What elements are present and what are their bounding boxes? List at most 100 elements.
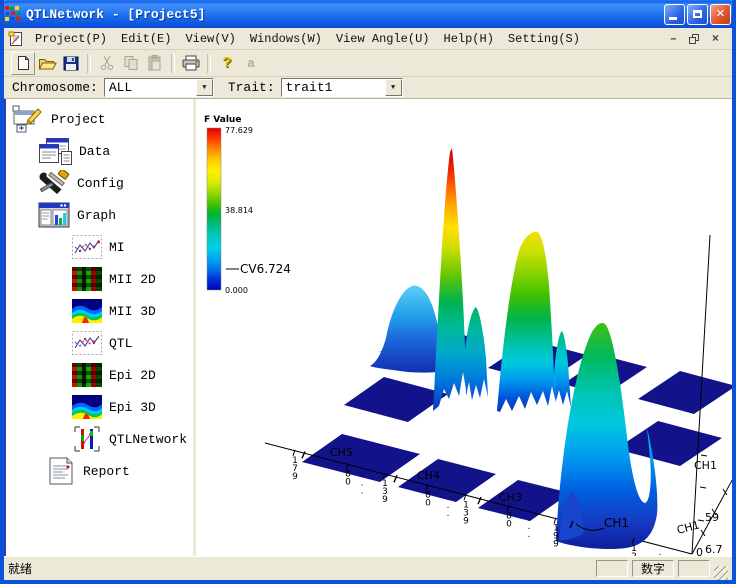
chromosome-label: Chromosome:	[12, 80, 98, 95]
menu-windows[interactable]: Windows(W)	[243, 30, 329, 48]
mdi-restore-button[interactable]	[686, 31, 703, 46]
close-button[interactable]: ✕	[710, 4, 731, 25]
menu-edit[interactable]: Edit(E)	[114, 30, 178, 48]
sidebar-item-label: MII 2D	[109, 272, 156, 287]
sidebar-item-label: Data	[79, 144, 110, 159]
mdi-minimize-button[interactable]: –	[665, 31, 682, 46]
sidebar-item-project[interactable]: Project	[12, 104, 106, 134]
maximize-icon	[693, 10, 702, 18]
svg-text:CH1: CH1	[675, 518, 701, 536]
toolbar-separator	[207, 54, 211, 73]
sidebar-item-mii-2d[interactable]: MII 2D	[72, 264, 156, 294]
save-button[interactable]	[59, 52, 83, 75]
minimize-icon	[669, 17, 677, 20]
svg-text:139: 139	[382, 479, 388, 505]
toolbar: ? a	[4, 50, 732, 77]
svg-text:CH1: CH1	[694, 459, 717, 472]
svg-text:199: 199	[553, 524, 559, 550]
paste-button[interactable]	[143, 52, 167, 75]
sidebar-item-epi-2d[interactable]: Epi 2D	[72, 360, 156, 390]
surface-3d-plot[interactable]: F Value 77.629 38.814 0.000 CV6.724	[196, 99, 732, 556]
svg-text:CH3: CH3	[499, 491, 522, 504]
help-button[interactable]: ?	[215, 52, 239, 75]
svg-text:139: 139	[463, 500, 469, 526]
data-icon	[38, 137, 72, 165]
copy-icon	[123, 55, 139, 71]
document-icon	[8, 31, 24, 47]
colorbar-min: 0.000	[225, 286, 248, 295]
sidebar-item-epi-3d[interactable]: Epi 3D	[72, 392, 156, 422]
chevron-down-icon: ▼	[202, 84, 206, 92]
app-icon	[5, 6, 21, 22]
menu-bar: Project(P) Edit(E) View(V) Windows(W) Vi…	[4, 28, 732, 50]
sidebar-item-label: Graph	[77, 208, 116, 223]
menu-view[interactable]: View(V)	[178, 30, 242, 48]
menu-project[interactable]: Project(P)	[28, 30, 114, 48]
chromosome-value: ALL	[105, 79, 196, 96]
status-num-indicator: 数字	[632, 560, 674, 577]
svg-text:80: 80	[506, 511, 512, 529]
line-chart-icon	[72, 235, 102, 259]
svg-text:CH4: CH4	[417, 469, 440, 482]
window-title: QTLNetwork - [Project5]	[26, 7, 205, 22]
sidebar-item-mi[interactable]: MI	[72, 232, 125, 262]
menu-setting[interactable]: Setting(S)	[501, 30, 587, 48]
sidebar-item-label: Report	[83, 464, 130, 479]
font-a-icon: a	[247, 56, 255, 71]
svg-text:···: ···	[447, 496, 450, 522]
project-icon	[12, 105, 44, 133]
plot-area[interactable]: F Value 77.629 38.814 0.000 CV6.724	[196, 99, 732, 556]
colorbar-mid: 38.814	[225, 206, 253, 215]
minimize-button[interactable]	[664, 4, 685, 25]
sidebar-item-report[interactable]: Report	[44, 456, 130, 486]
copy-button[interactable]	[119, 52, 143, 75]
cut-scissors-icon	[99, 55, 115, 71]
trait-dropdown-button[interactable]: ▼	[385, 79, 402, 96]
line-chart-icon	[72, 331, 102, 355]
sidebar-item-label: Project	[51, 112, 106, 127]
sidebar-item-qtl[interactable]: QTL	[72, 328, 132, 358]
svg-text:CH1: CH1	[604, 516, 629, 530]
menu-help[interactable]: Help(H)	[437, 30, 501, 48]
svg-text:59: 59	[705, 511, 719, 524]
peak-yellow-side-spike	[554, 331, 571, 407]
trait-select[interactable]: trait1 ▼	[281, 78, 403, 97]
peak-yellow-spike	[497, 232, 556, 412]
heatmap-2d-icon	[72, 363, 102, 387]
open-button[interactable]	[35, 52, 59, 75]
font-button[interactable]: a	[239, 52, 263, 75]
svg-text:···: ···	[361, 473, 364, 499]
sidebar-item-label: Epi 3D	[109, 400, 156, 415]
menu-view-angle[interactable]: View Angle(U)	[329, 30, 437, 48]
sidebar-item-qtlnetwork[interactable]: QTLNetwork	[72, 424, 187, 454]
status-panel-empty	[678, 560, 710, 577]
sidebar-item-label: QTLNetwork	[109, 432, 187, 447]
sidebar-item-config[interactable]: Config	[38, 168, 124, 198]
maximize-button[interactable]	[687, 4, 708, 25]
resize-grip[interactable]	[714, 566, 728, 580]
new-button[interactable]	[11, 52, 35, 75]
sidebar-item-label: QTL	[109, 336, 132, 351]
cut-button[interactable]	[95, 52, 119, 75]
colorbar-title: F Value	[204, 115, 241, 125]
chromosome-dropdown-button[interactable]: ▼	[196, 79, 213, 96]
peak-red-spike	[433, 148, 467, 411]
title-bar[interactable]: QTLNetwork - [Project5] ✕	[0, 0, 736, 28]
print-button[interactable]	[179, 52, 203, 75]
svg-text:179: 179	[292, 456, 298, 482]
mdi-close-button[interactable]: ×	[707, 31, 724, 46]
restore-icon	[689, 34, 700, 44]
svg-text:6.7: 6.7	[705, 543, 723, 556]
toolbar-separator	[87, 54, 91, 73]
chromosome-select[interactable]: ALL ▼	[104, 78, 214, 97]
svg-text:···: ···	[528, 517, 531, 543]
sidebar-item-label: Epi 2D	[109, 368, 156, 383]
sidebar-item-mii-3d[interactable]: MII 3D	[72, 296, 156, 326]
svg-text:12: 12	[631, 544, 637, 556]
svg-text:80: 80	[345, 470, 351, 488]
sidebar-item-graph[interactable]: Graph	[38, 200, 116, 230]
config-tools-icon	[38, 170, 70, 196]
heatmap-2d-icon	[72, 267, 102, 291]
status-text: 就绪	[8, 560, 32, 577]
sidebar-item-data[interactable]: Data	[38, 136, 110, 166]
